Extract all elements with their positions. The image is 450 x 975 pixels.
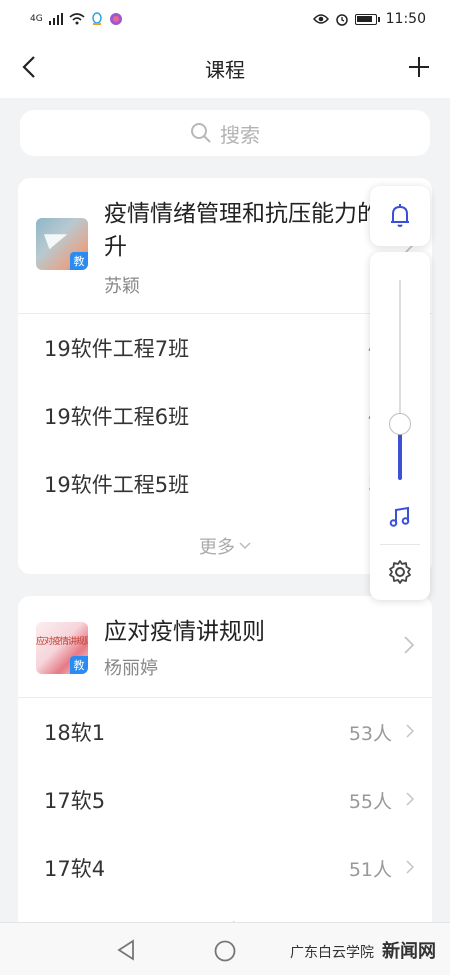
app-notification-icon (109, 13, 122, 25)
class-row[interactable]: 17软4 51人 (18, 834, 432, 902)
watermark-right: 新闻网 (382, 941, 436, 962)
course-teacher: 苏颖 (104, 276, 140, 297)
search-placeholder: 搜索 (220, 122, 260, 147)
course-teacher: 杨丽婷 (104, 658, 158, 679)
back-button[interactable] (14, 52, 44, 82)
gear-icon (389, 560, 411, 584)
alarm-icon (335, 14, 348, 26)
teacher-badge: 教 (70, 252, 88, 270)
wifi-icon (69, 13, 85, 25)
class-name: 17软5 (44, 789, 106, 813)
teacher-badge: 教 (70, 656, 88, 674)
more-label: 更多 (199, 537, 235, 558)
bell-icon (391, 204, 409, 227)
search-icon (191, 123, 211, 143)
watermark-left: 广东白云学院 (290, 945, 374, 961)
eye-icon (312, 14, 329, 24)
back-triangle-icon[interactable] (116, 939, 136, 961)
class-count: 53人 (348, 722, 392, 745)
status-time: 11:50 (385, 11, 426, 27)
search-input[interactable]: 搜索 (20, 110, 430, 156)
volume-slider-thumb[interactable] (389, 413, 411, 435)
course-thumbnail: 应对疫情讲规则 教 (36, 622, 88, 674)
settings-button[interactable] (385, 557, 415, 587)
music-note-icon (389, 506, 410, 527)
page-title: 课程 (205, 57, 245, 82)
qq-icon (91, 12, 102, 25)
class-name: 17软4 (44, 857, 106, 881)
class-row[interactable]: 17软5 55人 (18, 766, 432, 834)
plus-icon (409, 57, 429, 77)
chevron-right-icon (406, 792, 414, 806)
chevron-right-icon (406, 724, 414, 738)
home-circle-icon[interactable] (213, 939, 237, 963)
chevron-right-icon (404, 636, 414, 654)
watermark: 广东白云学院 新闻网 (290, 937, 436, 963)
chevron-right-icon (406, 860, 414, 874)
class-count: 55人 (348, 790, 392, 813)
class-name: 19软件工程5班 (44, 473, 190, 497)
course-title: 疫情情绪管理和抗压能力的提升 (104, 201, 403, 260)
class-name: 19软件工程7班 (44, 337, 190, 361)
class-count: 51人 (348, 858, 392, 881)
course-header[interactable]: 应对疫情讲规则 教 应对疫情讲规则 杨丽婷 (18, 596, 432, 698)
course-card: 应对疫情讲规则 教 应对疫情讲规则 杨丽婷 18软1 53人 17软5 55人 … (18, 596, 432, 936)
system-nav-bar: 广东白云学院 新闻网 (0, 922, 450, 975)
status-bar: 4G 11:50 (0, 0, 450, 38)
signal-icon (48, 13, 63, 25)
class-name: 19软件工程6班 (44, 405, 190, 429)
status-right: 11:50 (312, 11, 426, 27)
class-row[interactable]: 18软1 53人 (18, 698, 432, 766)
nav-bar: 课程 (0, 38, 450, 98)
battery-icon (354, 13, 377, 25)
network-type: 4G (30, 13, 43, 24)
paper-plane-image (43, 226, 71, 250)
panel-divider (380, 544, 420, 545)
add-button[interactable] (404, 52, 434, 82)
course-thumbnail: 教 (36, 218, 88, 270)
chevron-left-icon (22, 56, 35, 78)
class-name: 18软1 (44, 721, 106, 745)
floating-control-panel (370, 252, 430, 600)
status-left: 4G (30, 12, 123, 26)
course-title: 应对疫情讲规则 (104, 619, 265, 645)
music-button[interactable] (385, 502, 415, 532)
chevron-down-icon (239, 542, 251, 550)
notification-button[interactable] (370, 186, 430, 246)
thumbnail-text: 应对疫情讲规则 (36, 637, 88, 647)
